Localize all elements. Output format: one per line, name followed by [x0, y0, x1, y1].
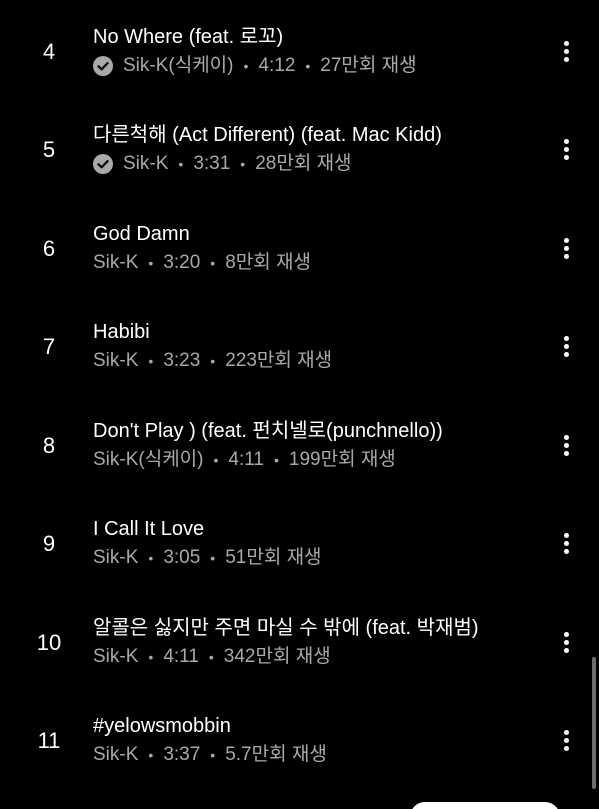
track-plays: 223만회 재생	[225, 350, 333, 371]
track-number: 6	[42, 236, 56, 261]
track-duration: 4:11	[228, 449, 264, 470]
track-artist[interactable]: Sik-K	[93, 545, 138, 571]
more-vert-icon[interactable]	[563, 725, 571, 755]
meta-separator: •	[305, 58, 311, 74]
track-artist[interactable]: Sik-K	[93, 348, 138, 374]
track-plays: 8만회 재생	[225, 252, 311, 273]
more-vert-icon[interactable]	[563, 528, 571, 558]
meta-separator: •	[213, 452, 219, 468]
track-plays: 28만회 재생	[255, 153, 352, 174]
track-meta: Sik-K • 4:11 • 342만회 재생	[93, 644, 331, 670]
track-plays: 5.7만회 재생	[225, 744, 327, 765]
track-number: 5	[42, 137, 56, 162]
meta-separator: •	[178, 156, 184, 172]
track-meta: Sik-K • 3:23 • 223만회 재생	[93, 348, 332, 374]
more-vert-icon[interactable]	[563, 430, 571, 460]
track-number: 7	[42, 334, 56, 359]
track-duration: 3:05	[163, 547, 201, 568]
track-row[interactable]: 7 Habibi Sik-K • 3:23 • 223만회 재생	[0, 295, 599, 393]
track-title[interactable]: Habibi	[93, 319, 150, 345]
meta-separator: •	[210, 550, 216, 566]
track-duration: 3:31	[193, 153, 231, 174]
track-artist[interactable]: Sik-K(식케이)	[123, 53, 234, 79]
verified-check-icon	[93, 56, 113, 76]
meta-separator: •	[273, 452, 279, 468]
more-vert-icon[interactable]	[563, 36, 571, 66]
meta-separator: •	[148, 255, 154, 271]
bottom-pill	[410, 802, 560, 809]
meta-separator: •	[210, 747, 216, 763]
track-meta: Sik-K • 3:20 • 8만회 재생	[93, 250, 311, 276]
track-row[interactable]: 4 No Where (feat. 로꼬) Sik-K(식케이) • 4:12 …	[0, 0, 599, 98]
track-row[interactable]: 5 다른척해 (Act Different) (feat. Mac Kidd) …	[0, 98, 599, 196]
track-title[interactable]: #yelowsmobbin	[93, 713, 231, 739]
track-plays: 51만회 재생	[225, 547, 322, 568]
scrollbar-thumb[interactable]	[592, 657, 596, 789]
track-number: 10	[36, 630, 62, 655]
meta-separator: •	[148, 353, 154, 369]
track-meta: Sik-K • 3:37 • 5.7만회 재생	[93, 742, 327, 768]
track-title[interactable]: No Where (feat. 로꼬)	[93, 24, 283, 50]
track-row[interactable]: 6 God Damn Sik-K • 3:20 • 8만회 재생	[0, 197, 599, 295]
track-meta: Sik-K • 3:31 • 28만회 재생	[93, 151, 352, 177]
track-plays: 342만회 재생	[223, 646, 331, 667]
verified-check-icon	[93, 154, 113, 174]
track-row[interactable]: 8 Don't Play ) (feat. 펀치넬로(punchnello)) …	[0, 394, 599, 492]
track-duration: 4:11	[163, 646, 199, 667]
track-artist[interactable]: Sik-K(식케이)	[93, 447, 204, 473]
track-meta: Sik-K • 3:05 • 51만회 재생	[93, 545, 322, 571]
track-number: 8	[42, 433, 56, 458]
meta-separator: •	[210, 255, 216, 271]
track-duration: 3:23	[163, 350, 201, 371]
track-meta: Sik-K(식케이) • 4:12 • 27만회 재생	[93, 53, 417, 79]
track-artist[interactable]: Sik-K	[93, 644, 138, 670]
meta-separator: •	[210, 353, 216, 369]
track-meta: Sik-K(식케이) • 4:11 • 199만회 재생	[93, 447, 396, 473]
more-vert-icon[interactable]	[563, 627, 571, 657]
track-list: 4 No Where (feat. 로꼬) Sik-K(식케이) • 4:12 …	[0, 0, 599, 809]
more-vert-icon[interactable]	[563, 134, 571, 164]
track-duration: 4:12	[258, 55, 296, 76]
meta-separator: •	[243, 58, 249, 74]
track-artist[interactable]: Sik-K	[93, 742, 138, 768]
track-plays: 199만회 재생	[288, 449, 396, 470]
track-title[interactable]: God Damn	[93, 221, 190, 247]
meta-separator: •	[148, 550, 154, 566]
track-number: 9	[42, 531, 56, 556]
more-vert-icon[interactable]	[563, 331, 571, 361]
meta-separator: •	[148, 649, 154, 665]
meta-separator: •	[148, 747, 154, 763]
meta-separator: •	[240, 156, 246, 172]
track-row[interactable]: 9 I Call It Love Sik-K • 3:05 • 51만회 재생	[0, 492, 599, 590]
track-number: 4	[42, 39, 56, 64]
track-title[interactable]: 알콜은 싫지만 주면 마실 수 밖에 (feat. 박재범)	[93, 615, 479, 641]
track-number: 11	[37, 728, 61, 753]
track-title[interactable]: 다른척해 (Act Different) (feat. Mac Kidd)	[93, 122, 442, 148]
track-title[interactable]: Don't Play ) (feat. 펀치넬로(punchnello))	[93, 418, 443, 444]
meta-separator: •	[208, 649, 214, 665]
track-artist[interactable]: Sik-K	[93, 250, 138, 276]
track-duration: 3:20	[163, 252, 201, 273]
track-plays: 27만회 재생	[320, 55, 417, 76]
track-title[interactable]: I Call It Love	[93, 516, 204, 542]
track-row[interactable]: 10 알콜은 싫지만 주면 마실 수 밖에 (feat. 박재범) Sik-K …	[0, 591, 599, 689]
track-row[interactable]: 11 #yelowsmobbin Sik-K • 3:37 • 5.7만회 재생	[0, 689, 599, 787]
more-vert-icon[interactable]	[563, 233, 571, 263]
track-duration: 3:37	[163, 744, 201, 765]
track-artist[interactable]: Sik-K	[123, 151, 168, 177]
